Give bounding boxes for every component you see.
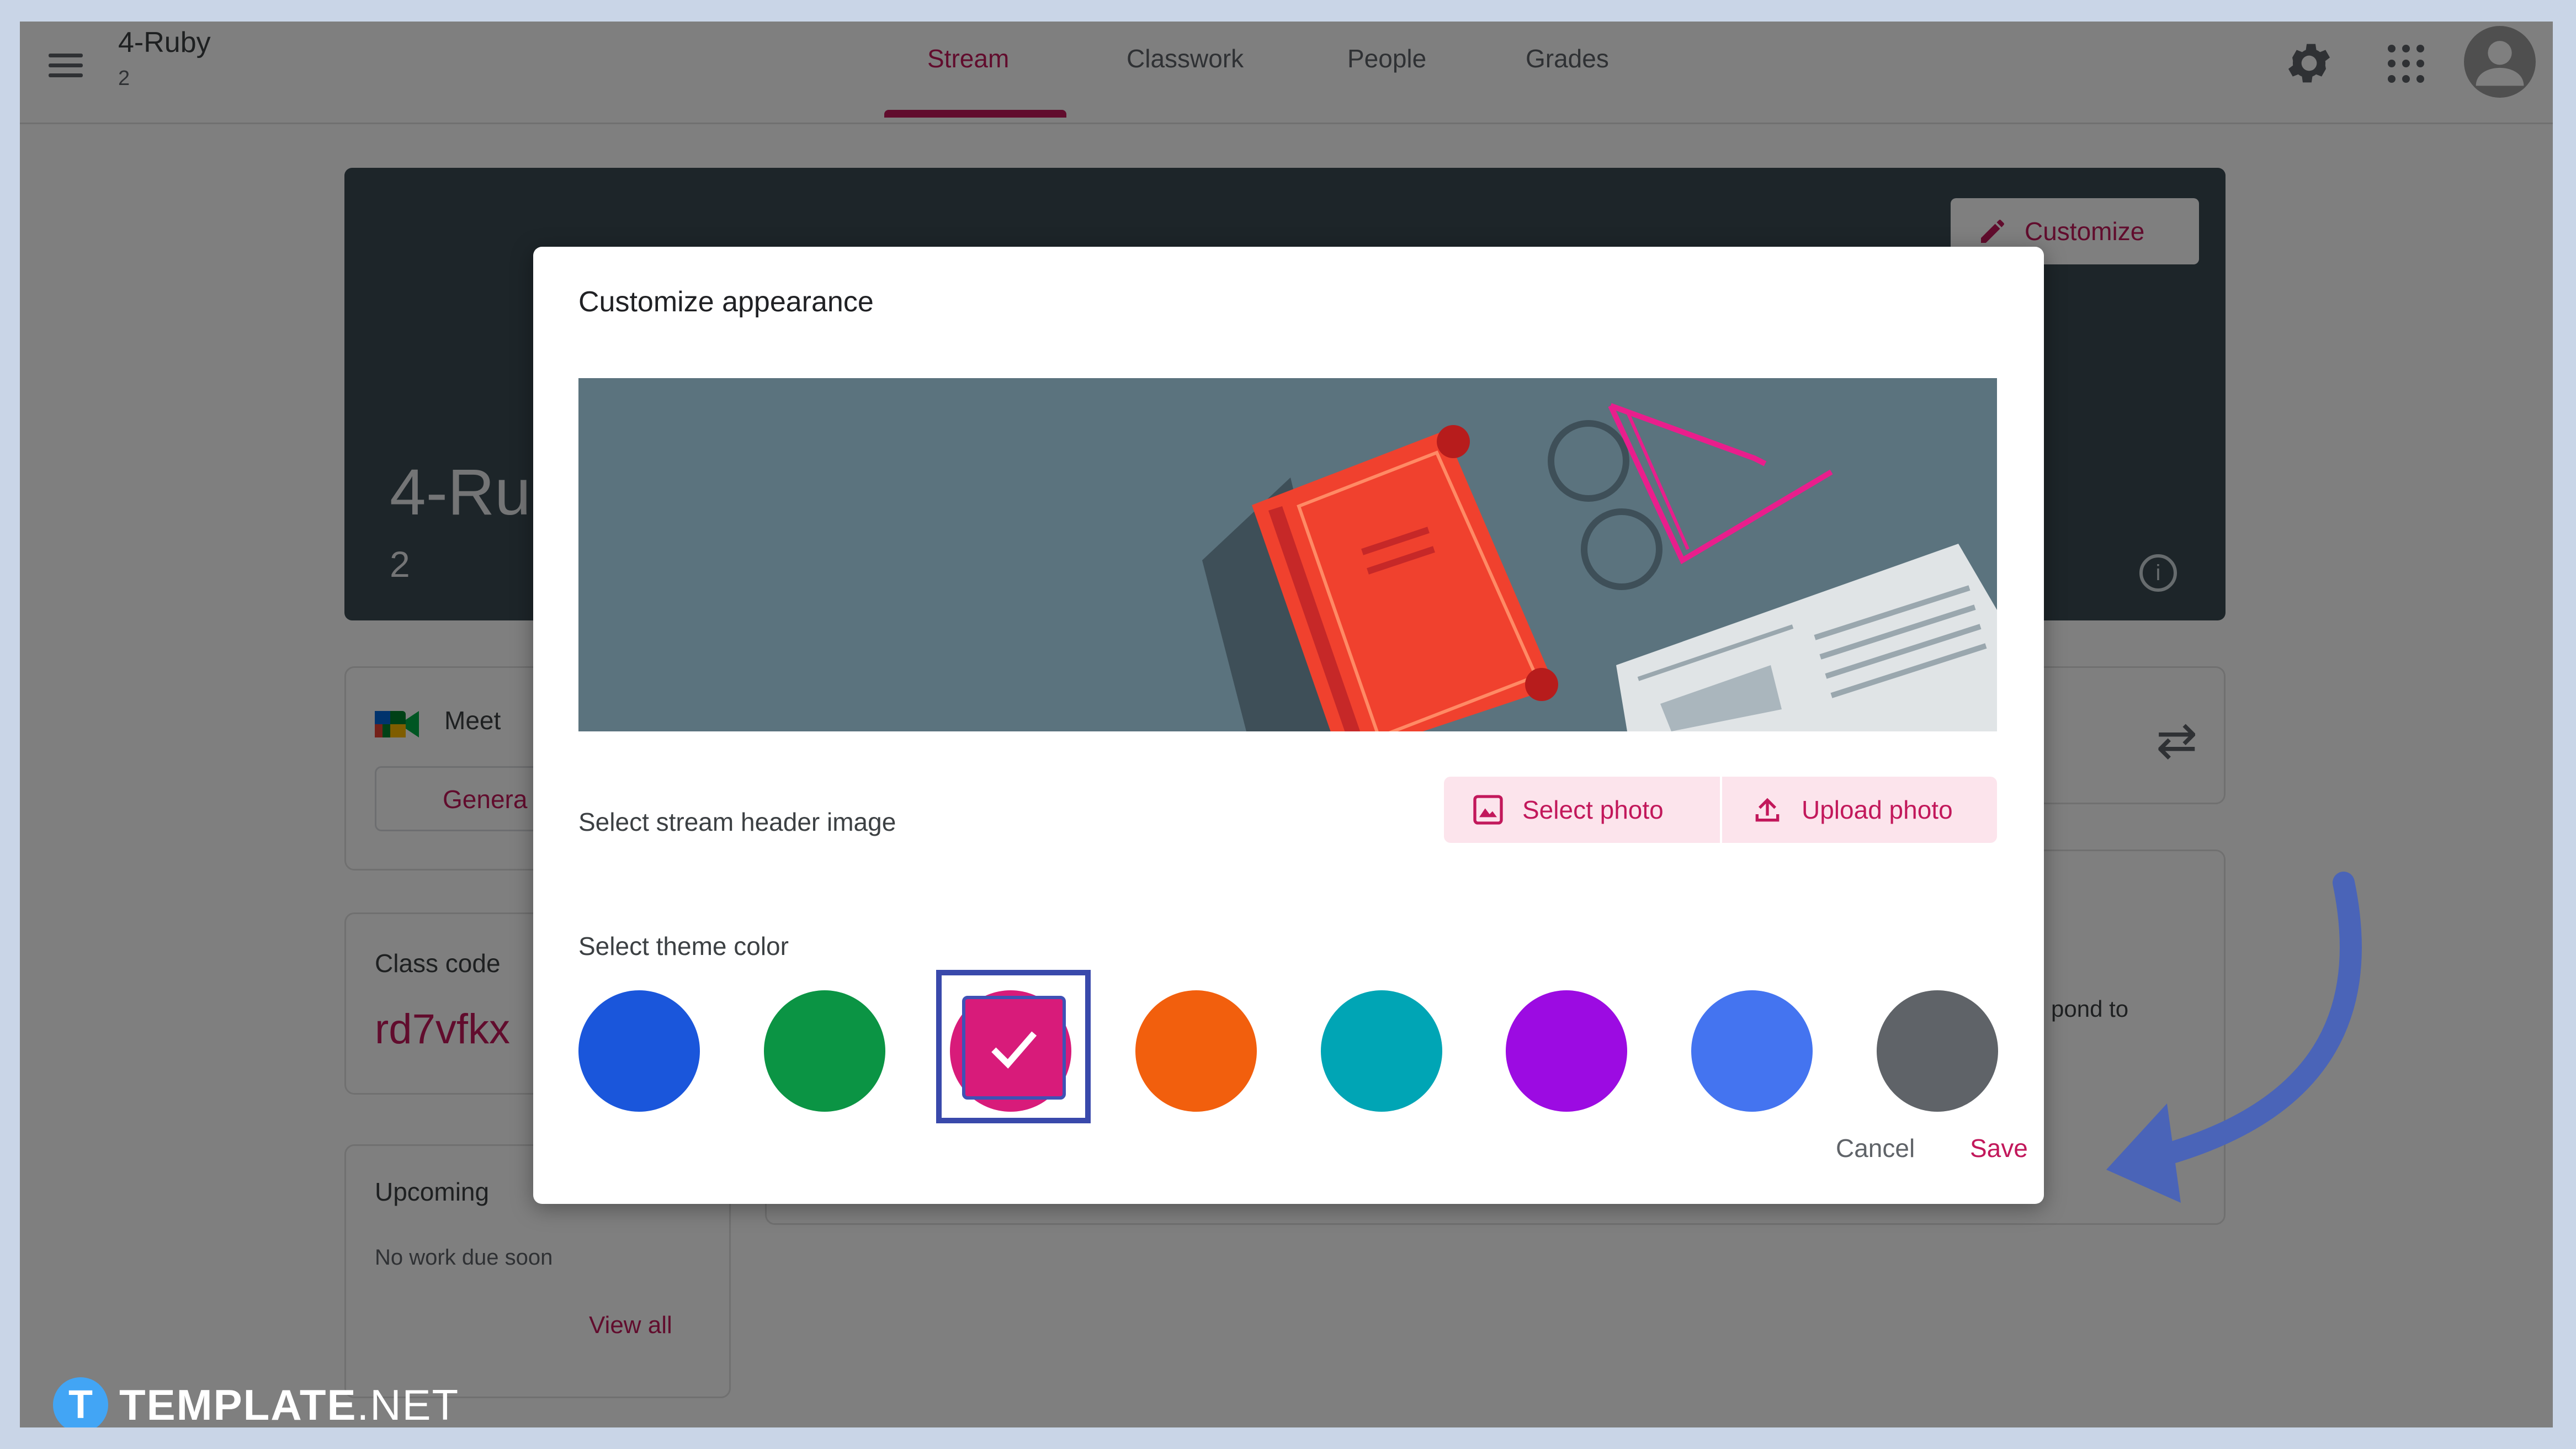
cancel-button[interactable]: Cancel <box>1836 1133 1915 1163</box>
header-image-preview <box>578 378 1997 731</box>
upload-photo-button[interactable]: Upload photo <box>1722 777 1997 843</box>
theme-color-gray[interactable] <box>1877 990 1998 1112</box>
app-frame: 4-Ruby 2 Stream Classwork People Grades … <box>20 22 2553 1427</box>
customize-appearance-dialog: Customize appearance Select stream heade… <box>533 247 2044 1204</box>
select-photo-button[interactable]: Select photo <box>1444 777 1720 843</box>
theme-color-orange[interactable] <box>1135 990 1257 1112</box>
theme-color-purple[interactable] <box>1506 990 1627 1112</box>
upload-icon <box>1755 798 1780 822</box>
theme-color-light-blue[interactable] <box>1691 990 1813 1112</box>
header-image-label: Select stream header image <box>578 808 896 836</box>
logo-badge: T <box>53 1377 108 1427</box>
upload-photo-label: Upload photo <box>1802 795 1953 824</box>
book-illustration <box>1202 403 1997 731</box>
logo-suffix: .NET <box>357 1380 460 1428</box>
theme-color-label: Select theme color <box>578 932 789 960</box>
selection-highlight-box <box>936 970 1091 1123</box>
template-net-logo: T TEMPLATE .NET <box>53 1377 459 1427</box>
theme-color-green[interactable] <box>764 990 885 1112</box>
theme-color-blue[interactable] <box>578 990 700 1112</box>
logo-brand: TEMPLATE <box>119 1380 357 1428</box>
dialog-title: Customize appearance <box>578 286 874 318</box>
theme-color-teal[interactable] <box>1321 990 1442 1112</box>
pointer-arrow-icon <box>2106 872 2362 1203</box>
image-icon <box>1473 795 1503 825</box>
select-photo-label: Select photo <box>1522 795 1664 824</box>
save-button[interactable]: Save <box>1970 1133 2028 1163</box>
